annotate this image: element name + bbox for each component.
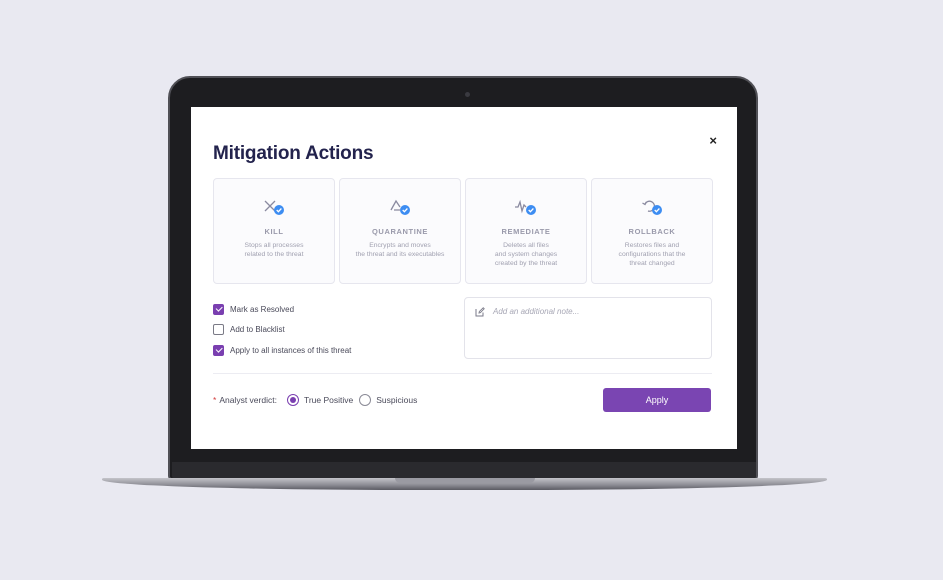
action-title: KILL (264, 227, 284, 236)
note-textarea[interactable]: Add an additional note... (464, 297, 712, 359)
analyst-verdict: * Analyst verdict: True Positive Suspici… (213, 394, 423, 406)
edit-icon (475, 307, 485, 317)
camera-dot (465, 92, 470, 97)
action-title: REMEDIATE (501, 227, 551, 236)
true-positive-label[interactable]: True Positive (304, 395, 353, 405)
action-card-rollback[interactable]: ROLLBACK Restores files and configuratio… (591, 178, 713, 284)
true-positive-radio[interactable] (286, 394, 299, 406)
kill-icon (214, 197, 334, 217)
required-mark: * (213, 395, 217, 405)
divider (213, 373, 712, 374)
action-cards: KILL Stops all processes related to the … (213, 178, 713, 284)
close-button[interactable]: × (709, 134, 717, 147)
action-card-remediate[interactable]: REMEDIATE Deletes all files and system c… (465, 178, 587, 284)
action-desc: Encrypts and moves the threat and its ex… (355, 242, 445, 258)
options-list: Mark as Resolved Add to Blacklist Apply … (213, 303, 351, 365)
action-title: ROLLBACK (628, 227, 676, 236)
suspicious-label[interactable]: Suspicious (376, 395, 417, 405)
add-blacklist-checkbox[interactable]: Add to Blacklist (213, 324, 351, 336)
suspicious-radio[interactable] (359, 394, 372, 406)
quarantine-icon (340, 197, 460, 217)
action-desc: Stops all processes related to the threa… (244, 242, 304, 258)
apply-button[interactable]: Apply (603, 388, 711, 412)
checkbox-unchecked[interactable] (213, 324, 224, 335)
apply-all-instances-checkbox[interactable]: Apply to all instances of this threat (213, 344, 351, 356)
checkbox-label: Mark as Resolved (230, 304, 295, 314)
checkbox-checked[interactable] (213, 303, 224, 315)
note-placeholder: Add an additional note... (493, 307, 580, 316)
action-desc: Restores files and configurations that t… (618, 242, 686, 267)
verdict-label: Analyst verdict: (219, 395, 277, 405)
remediate-icon (466, 197, 586, 217)
mitigation-dialog: × Mitigation Actions KILL Stops all proc… (191, 107, 737, 449)
rollback-icon (592, 197, 712, 217)
mark-resolved-checkbox[interactable]: Mark as Resolved (213, 303, 351, 315)
action-card-quarantine[interactable]: QUARANTINE Encrypts and moves the threat… (339, 178, 461, 284)
action-card-kill[interactable]: KILL Stops all processes related to the … (213, 178, 335, 284)
action-title: QUARANTINE (372, 227, 428, 236)
dialog-title: Mitigation Actions (213, 143, 374, 164)
checkbox-checked[interactable] (213, 344, 224, 356)
laptop-notch (395, 478, 535, 483)
checkbox-label: Apply to all instances of this threat (230, 345, 352, 355)
action-desc: Deletes all files and system changes cre… (494, 242, 558, 267)
checkbox-label: Add to Blacklist (230, 325, 285, 334)
